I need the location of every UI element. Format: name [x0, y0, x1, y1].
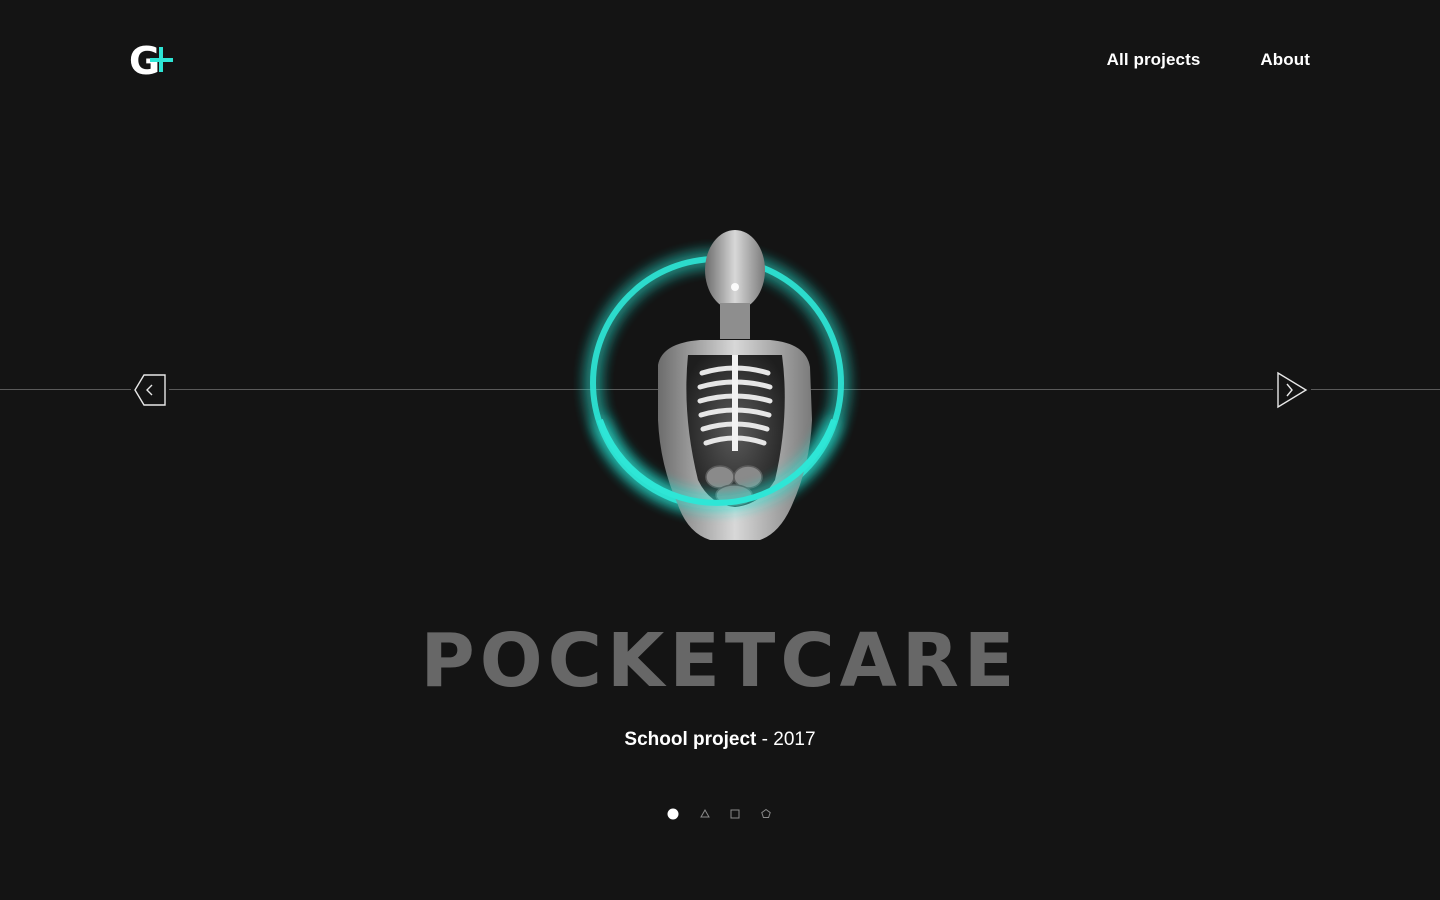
- prev-slide-button[interactable]: [131, 371, 169, 409]
- anatomy-torso-illustration: [590, 230, 844, 540]
- project-subtitle: School project - 2017: [0, 729, 1440, 751]
- project-hero-image[interactable]: [560, 215, 880, 555]
- pagination-circle-dot[interactable]: [664, 805, 682, 823]
- logo-mark: G: [129, 39, 173, 83]
- project-type: School project: [624, 729, 757, 750]
- pentagon-icon: [761, 808, 771, 818]
- main-nav: All projects About: [1107, 50, 1310, 70]
- pentagon-chevron-left-icon: [134, 374, 166, 406]
- circle-icon: [667, 808, 679, 820]
- project-title: POCKETCARE: [420, 618, 1020, 704]
- square-icon: [730, 809, 740, 819]
- pagination-triangle-dot[interactable]: [696, 805, 714, 823]
- triangle-chevron-right-icon: [1277, 371, 1308, 409]
- nav-about[interactable]: About: [1260, 50, 1310, 70]
- slider-pagination: [664, 805, 776, 823]
- project-year: 2017: [773, 729, 816, 750]
- triangle-icon: [700, 808, 710, 818]
- next-slide-button[interactable]: [1273, 370, 1311, 410]
- pagination-square-dot[interactable]: [726, 805, 744, 823]
- logo[interactable]: G: [128, 39, 176, 83]
- pagination-pentagon-dot[interactable]: [757, 805, 775, 823]
- nav-all-projects[interactable]: All projects: [1107, 50, 1201, 70]
- subtitle-separator: -: [756, 729, 774, 750]
